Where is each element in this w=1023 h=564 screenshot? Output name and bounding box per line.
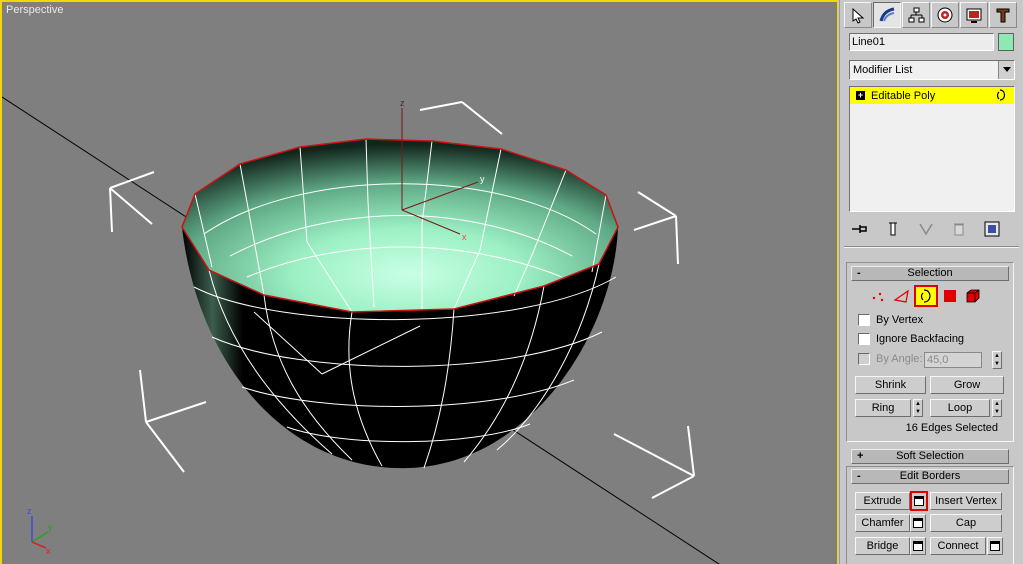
trash-icon [954, 223, 964, 236]
border-subobject-icon [996, 89, 1006, 101]
by-angle-checkbox[interactable] [858, 353, 870, 365]
soft-selection-title: Soft Selection [896, 450, 964, 462]
panel-tabs [844, 2, 1018, 28]
chamfer-settings-button[interactable] [910, 514, 926, 532]
selection-title: Selection [907, 267, 953, 279]
vertex-mode-icon[interactable] [870, 287, 886, 305]
configure-icon [984, 221, 1000, 237]
stack-item-editable-poly[interactable]: + Editable Poly [850, 87, 1014, 104]
insert-vertex-button[interactable]: Insert Vertex [930, 492, 1002, 510]
extrude-button[interactable]: Extrude [855, 492, 910, 510]
hierarchy-icon [908, 7, 925, 23]
connect-settings-button[interactable] [987, 537, 1003, 555]
create-icon [852, 7, 865, 24]
settings-window-icon [990, 541, 1000, 551]
angle-spinner-arrows[interactable]: ▲ ▼ [992, 351, 1002, 369]
remove-modifier-button[interactable] [948, 219, 970, 239]
polygon-mode-icon[interactable] [943, 287, 957, 305]
utilities-icon [996, 8, 1010, 23]
object-name-field[interactable]: Line01 [849, 33, 994, 51]
connect-button[interactable]: Connect [930, 537, 986, 555]
border-mode-icon [920, 289, 931, 303]
hierarchy-tab[interactable] [902, 2, 930, 28]
axis-tripod-icon [31, 516, 49, 549]
chevron-down-icon[interactable] [998, 61, 1014, 79]
bridge-button[interactable]: Bridge [855, 537, 910, 555]
modify-icon [879, 7, 895, 22]
stack-item-label: Editable Poly [871, 89, 936, 102]
edit-borders-rollout-header[interactable]: - Edit Borders [851, 469, 1009, 484]
by-vertex-checkbox-row[interactable]: By Vertex [858, 314, 923, 326]
by-angle-label: By Angle: [876, 353, 923, 365]
shrink-button[interactable]: Shrink [855, 376, 926, 394]
angle-spinner-field[interactable]: 45,0 [924, 352, 982, 368]
motion-icon [937, 7, 953, 23]
perspective-viewport[interactable]: z y x z y x Perspective [0, 0, 838, 564]
pin-icon [852, 225, 867, 233]
element-mode-icon[interactable] [965, 287, 981, 305]
modifier-list-label: Modifier List [853, 64, 913, 76]
selection-rollout-header[interactable]: - Selection [851, 266, 1009, 281]
ignore-backfacing-label: Ignore Backfacing [876, 333, 965, 345]
edge-mode-icon[interactable] [893, 287, 911, 305]
scene-canvas[interactable]: z y x z y x [2, 2, 838, 564]
make-unique-icon [919, 223, 933, 236]
gizmo-y-label: y [480, 174, 485, 184]
by-vertex-checkbox[interactable] [858, 314, 870, 326]
pin-stack-button[interactable] [849, 219, 871, 239]
grow-button[interactable]: Grow [930, 376, 1004, 394]
object-color-swatch[interactable] [998, 33, 1014, 51]
viewport-label[interactable]: Perspective [6, 4, 63, 16]
stack-toolbar [849, 218, 1015, 240]
display-tab[interactable] [960, 2, 988, 28]
expand-icon[interactable]: + [856, 91, 865, 100]
ring-button[interactable]: Ring [855, 399, 911, 417]
ignore-backfacing-checkbox[interactable] [858, 333, 870, 345]
modifier-stack[interactable]: + Editable Poly [849, 86, 1015, 212]
chamfer-button[interactable]: Chamfer [855, 514, 910, 532]
create-tab[interactable] [844, 2, 872, 28]
show-end-result-icon [889, 222, 897, 236]
loop-spinner[interactable]: ▲ ▼ [992, 399, 1002, 417]
motion-tab[interactable] [931, 2, 959, 28]
make-unique-button[interactable] [915, 219, 937, 239]
settings-window-icon [914, 496, 924, 506]
by-angle-checkbox-row[interactable]: By Angle: [858, 353, 922, 365]
bridge-settings-button[interactable] [910, 537, 926, 555]
utilities-tab[interactable] [989, 2, 1017, 28]
cap-button[interactable]: Cap [930, 514, 1002, 532]
axis-x-label: x [46, 546, 51, 556]
settings-window-icon [913, 518, 923, 528]
display-icon [966, 8, 982, 23]
settings-window-icon [913, 541, 923, 551]
extrude-settings-button[interactable] [910, 491, 928, 511]
axis-y-label: y [48, 522, 53, 532]
selection-status-text: 16 Edges Selected [905, 422, 998, 434]
configure-modifier-sets-button[interactable] [981, 219, 1003, 239]
by-vertex-label: By Vertex [876, 314, 924, 326]
gizmo-z-label: z [400, 98, 405, 108]
modifier-list-dropdown[interactable]: Modifier List [849, 60, 1015, 80]
ring-spinner[interactable]: ▲ ▼ [913, 399, 923, 417]
edit-borders-title: Edit Borders [899, 470, 961, 482]
gizmo-x-label: x [462, 232, 467, 242]
soft-selection-rollout-header[interactable]: + Soft Selection [851, 449, 1009, 464]
loop-button[interactable]: Loop [930, 399, 990, 417]
show-end-result-button[interactable] [882, 219, 904, 239]
axis-z-label: z [27, 506, 32, 516]
modify-tab[interactable] [873, 2, 901, 28]
border-mode-button[interactable] [914, 285, 938, 307]
ignore-backfacing-checkbox-row[interactable]: Ignore Backfacing [858, 333, 964, 345]
divider [844, 246, 1019, 248]
